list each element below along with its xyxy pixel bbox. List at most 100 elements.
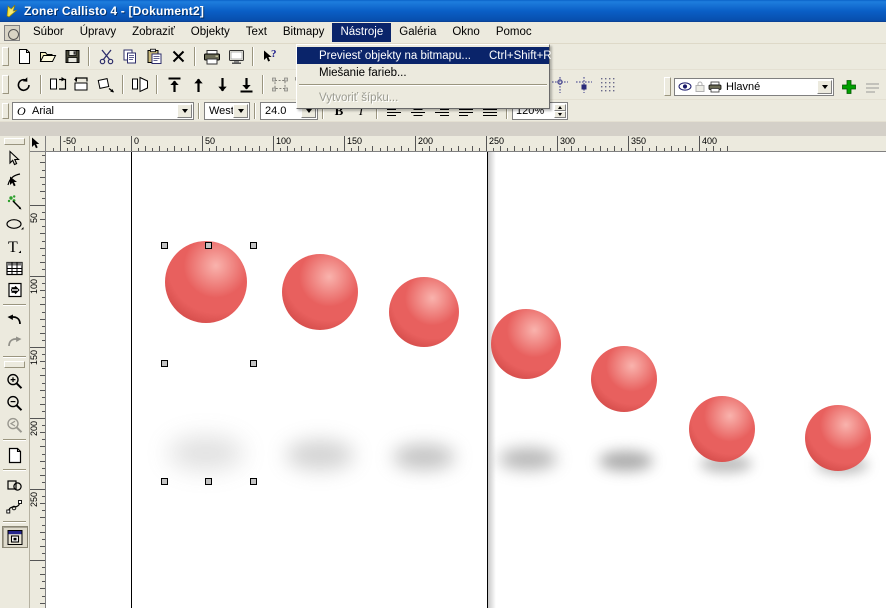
undo-tool[interactable] xyxy=(2,309,28,331)
perspective-icon[interactable] xyxy=(128,73,152,96)
menu-item-previes-objekty-na-bitmapu[interactable]: Previesť objekty na bitmapu... Ctrl+Shift… xyxy=(297,47,552,64)
toolbar-grip[interactable] xyxy=(2,47,9,66)
horizontal-ruler[interactable]: -50 0 50 100 150 200 250 300 350 400 xyxy=(46,136,886,152)
toolbar-grip[interactable] xyxy=(2,102,9,119)
sphere-object[interactable] xyxy=(282,254,358,330)
menu-objekty[interactable]: Objekty xyxy=(183,23,238,42)
curve-tool[interactable] xyxy=(2,496,28,518)
zoom-increase-button[interactable] xyxy=(554,103,566,111)
table-tool[interactable] xyxy=(2,257,28,279)
node-edit-tool[interactable] xyxy=(2,169,28,191)
ruler-tick xyxy=(42,326,45,327)
menu-item-mie-anie-farieb[interactable]: Miešanie farieb... xyxy=(297,64,549,81)
palette-grip[interactable] xyxy=(4,138,25,145)
help-pointer-icon[interactable]: ? xyxy=(258,45,282,68)
menu-okno[interactable]: Okno xyxy=(444,23,488,42)
sphere-object[interactable] xyxy=(805,405,871,471)
menu-s-bor[interactable]: Súbor xyxy=(25,23,72,42)
sphere-object[interactable] xyxy=(165,241,247,323)
toolbar-grip[interactable] xyxy=(664,77,671,96)
script-select[interactable]: West xyxy=(204,101,250,120)
selection-handle[interactable] xyxy=(250,478,257,485)
sphere-shadow[interactable] xyxy=(599,451,653,471)
new-document-icon[interactable] xyxy=(12,45,36,68)
ruler-label: 50 xyxy=(205,136,216,146)
chevron-down-icon[interactable] xyxy=(177,103,192,118)
save-disk-icon[interactable] xyxy=(60,45,84,68)
ruler-tick xyxy=(42,170,45,171)
sphere-shadow[interactable] xyxy=(168,436,244,470)
chevron-down-icon[interactable] xyxy=(233,103,248,118)
snap-to-objects-icon[interactable] xyxy=(572,73,596,96)
font-family-select[interactable]: O Arial xyxy=(12,101,194,120)
shape-tool[interactable] xyxy=(2,474,28,496)
print-preview-icon[interactable] xyxy=(224,45,248,68)
menu-zobrazi-[interactable]: Zobraziť xyxy=(124,23,183,42)
snap-to-guides-icon[interactable] xyxy=(548,73,572,96)
menu--pravy[interactable]: Úpravy xyxy=(72,23,124,42)
selection-handle[interactable] xyxy=(161,360,168,367)
rotate-icon[interactable] xyxy=(12,73,36,96)
fill-color-tool[interactable] xyxy=(1,526,28,548)
vertical-ruler[interactable]: 50 100 150 200 250 xyxy=(30,152,46,608)
palette-grip[interactable] xyxy=(4,361,25,368)
menu-bitmapy[interactable]: Bitmapy xyxy=(275,23,333,42)
zoom-in-tool[interactable] xyxy=(2,370,28,392)
zoom-out-tool[interactable] xyxy=(2,392,28,414)
bring-to-front-icon[interactable] xyxy=(162,73,186,96)
send-to-back-icon[interactable] xyxy=(234,73,258,96)
menu-gal-ria[interactable]: Galéria xyxy=(391,23,444,42)
sphere-object[interactable] xyxy=(491,309,561,379)
ruler-origin-icon[interactable] xyxy=(30,136,46,152)
menu-pomoc[interactable]: Pomoc xyxy=(488,23,540,42)
page-tool[interactable] xyxy=(2,444,28,466)
bring-forward-icon[interactable] xyxy=(186,73,210,96)
selection-arrow-tool[interactable] xyxy=(2,147,28,169)
ellipse-tool[interactable] xyxy=(2,213,28,235)
selection-handle[interactable] xyxy=(250,242,257,249)
cut-scissors-icon[interactable] xyxy=(94,45,118,68)
send-backward-icon[interactable] xyxy=(210,73,234,96)
selection-handle[interactable] xyxy=(250,360,257,367)
selection-handle[interactable] xyxy=(161,242,168,249)
toolbar-grip[interactable] xyxy=(2,75,9,94)
text-tool[interactable]: T xyxy=(2,235,28,257)
sphere-shadow[interactable] xyxy=(393,444,455,470)
snap-to-grid-icon[interactable] xyxy=(596,73,620,96)
selection-handle[interactable] xyxy=(205,242,212,249)
ruler-label: 400 xyxy=(702,136,718,146)
opentype-o-icon: O xyxy=(13,104,28,117)
sphere-object[interactable] xyxy=(591,346,657,412)
flip-horizontal-icon[interactable] xyxy=(46,73,70,96)
skew-icon[interactable] xyxy=(94,73,118,96)
paste-clipboard-icon[interactable] xyxy=(142,45,166,68)
sphere-object[interactable] xyxy=(389,277,459,347)
delete-x-icon[interactable] xyxy=(166,45,190,68)
group-icon[interactable] xyxy=(268,73,292,96)
selection-handle[interactable] xyxy=(205,478,212,485)
layer-properties-icon[interactable] xyxy=(861,75,885,98)
insert-object-tool[interactable] xyxy=(2,279,28,301)
drawing-canvas[interactable] xyxy=(46,152,886,608)
sphere-shadow[interactable] xyxy=(499,448,557,470)
menu-n-stroje[interactable]: Nástroje xyxy=(332,23,392,42)
open-folder-icon[interactable] xyxy=(36,45,60,68)
sphere-shadow[interactable] xyxy=(286,440,354,470)
document-system-icon[interactable] xyxy=(4,24,20,41)
copy-icon[interactable] xyxy=(118,45,142,68)
layer-select[interactable]: Hlavné xyxy=(674,77,834,96)
add-layer-plus-icon[interactable] xyxy=(837,75,861,98)
menu-item-label: Vytvoriť šípku... xyxy=(319,91,399,104)
chevron-down-icon[interactable] xyxy=(817,79,832,94)
sphere-object[interactable] xyxy=(689,396,755,462)
selection-handle[interactable] xyxy=(161,478,168,485)
ruler-tick xyxy=(40,446,45,447)
zoom-decrease-button[interactable] xyxy=(554,110,566,118)
print-icon[interactable] xyxy=(200,45,224,68)
menu-text[interactable]: Text xyxy=(238,23,275,42)
flip-vertical-icon[interactable] xyxy=(70,73,94,96)
ruler-tick xyxy=(451,148,452,151)
ruler-label: 100 xyxy=(276,136,292,146)
magic-wand-tool[interactable] xyxy=(2,191,28,213)
ruler-tick xyxy=(42,525,45,526)
